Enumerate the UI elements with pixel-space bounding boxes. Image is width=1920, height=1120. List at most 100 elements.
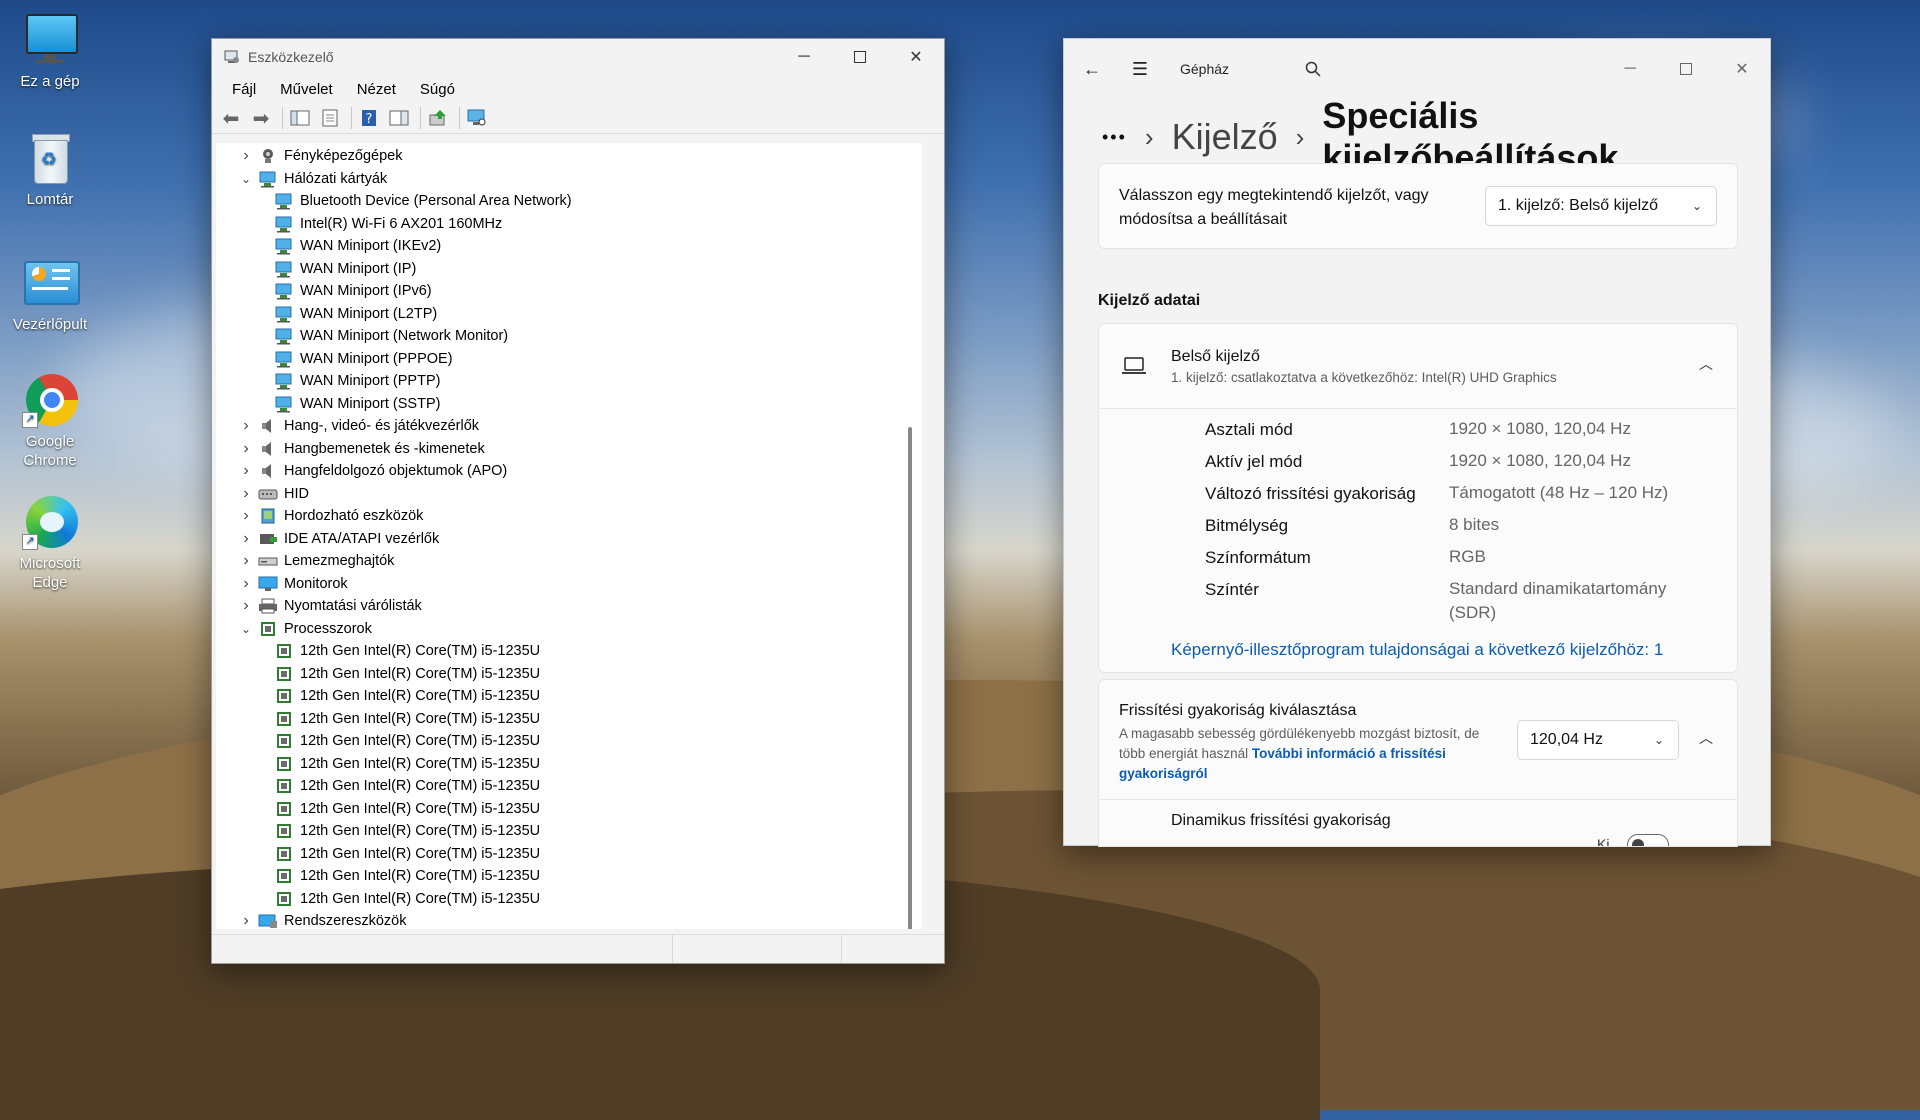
chevron-right-icon[interactable]: › bbox=[238, 597, 254, 615]
chevron-right-icon[interactable]: › bbox=[238, 552, 254, 570]
desktop-icon-edge[interactable]: ↗ Microsoft Edge bbox=[10, 494, 90, 592]
chevron-right-icon[interactable]: › bbox=[238, 417, 254, 435]
desktop-icon-recycle-bin[interactable]: ♻ Lomtár bbox=[10, 130, 90, 209]
tree-device[interactable]: 12th Gen Intel(R) Core(TM) i5-1235U bbox=[216, 663, 922, 686]
menu-action[interactable]: Művelet bbox=[268, 81, 345, 98]
search-button[interactable] bbox=[1295, 51, 1331, 87]
desktop-icon-label: Microsoft Edge bbox=[19, 555, 81, 591]
tree-category[interactable]: › Monitorok bbox=[216, 573, 922, 596]
desktop-icon-chrome[interactable]: ↗ Google Chrome bbox=[10, 372, 90, 470]
menu-file[interactable]: Fájl bbox=[220, 81, 268, 98]
help-button[interactable]: ? bbox=[356, 106, 382, 130]
tree-category[interactable]: › Fényképezőgépek bbox=[216, 145, 922, 168]
chevron-right-icon[interactable]: › bbox=[238, 507, 254, 525]
back-button[interactable]: ⬅ bbox=[218, 106, 244, 130]
tree-device[interactable]: 12th Gen Intel(R) Core(TM) i5-1235U bbox=[216, 640, 922, 663]
back-button[interactable]: ← bbox=[1074, 51, 1110, 87]
action-pane-button[interactable] bbox=[386, 106, 412, 130]
breadcrumb-overflow-button[interactable]: ••• bbox=[1102, 127, 1127, 148]
display-prop-key: Színformátum bbox=[1205, 548, 1311, 567]
properties-button[interactable] bbox=[317, 106, 343, 130]
menu-help[interactable]: Súgó bbox=[408, 81, 467, 98]
tree-item-label: Hangbemenetek és -kimenetek bbox=[284, 440, 485, 457]
display-adapter-properties-link[interactable]: Képernyő-illesztőprogram tulajdonságai a… bbox=[1171, 640, 1663, 660]
tree-device[interactable]: WAN Miniport (Network Monitor) bbox=[216, 325, 922, 348]
tree-category[interactable]: › IDE ATA/ATAPI vezérlők bbox=[216, 528, 922, 551]
refresh-rate-dropdown[interactable]: 120,04 Hz ⌄ bbox=[1517, 720, 1679, 760]
tree-category[interactable]: › Hordozható eszközök bbox=[216, 505, 922, 528]
tree-category[interactable]: › Hangfeldolgozó objektumok (APO) bbox=[216, 460, 922, 483]
processor-icon bbox=[274, 755, 294, 773]
settings-window[interactable]: ← ☰ Gépház ─ ✕ ••• › Kijelző › Speciális… bbox=[1063, 38, 1771, 847]
tree-device[interactable]: 12th Gen Intel(R) Core(TM) i5-1235U bbox=[216, 708, 922, 731]
toolbar-divider bbox=[420, 107, 421, 129]
tree-category[interactable]: › Rendszereszközök bbox=[216, 910, 922, 929]
tree-category[interactable]: › Lemezmeghajtók bbox=[216, 550, 922, 573]
tree-device[interactable]: WAN Miniport (IP) bbox=[216, 258, 922, 281]
display-select-dropdown[interactable]: 1. kijelző: Belső kijelző ⌄ bbox=[1485, 186, 1717, 226]
tree-item-label: 12th Gen Intel(R) Core(TM) i5-1235U bbox=[300, 845, 541, 862]
chevron-right-icon[interactable]: › bbox=[238, 575, 254, 593]
tree-device[interactable]: WAN Miniport (PPTP) bbox=[216, 370, 922, 393]
show-hide-console-tree-button[interactable] bbox=[287, 106, 313, 130]
tree-device[interactable]: 12th Gen Intel(R) Core(TM) i5-1235U bbox=[216, 753, 922, 776]
tree-device[interactable]: WAN Miniport (SSTP) bbox=[216, 393, 922, 416]
desktop-icon-this-pc[interactable]: Ez a gép bbox=[10, 12, 90, 91]
scan-hardware-button[interactable] bbox=[464, 106, 490, 130]
close-button[interactable]: ✕ bbox=[888, 39, 944, 75]
minimize-button[interactable]: ─ bbox=[1602, 51, 1658, 87]
tree-item-label: 12th Gen Intel(R) Core(TM) i5-1235U bbox=[300, 665, 541, 682]
tree-device[interactable]: 12th Gen Intel(R) Core(TM) i5-1235U bbox=[216, 843, 922, 866]
device-manager-window[interactable]: Eszközkezelő ─ ✕ Fájl Művelet Nézet Súgó… bbox=[211, 38, 945, 964]
tree-device[interactable]: 12th Gen Intel(R) Core(TM) i5-1235U bbox=[216, 820, 922, 843]
settings-titlebar[interactable]: ← ☰ Gépház ─ ✕ bbox=[1064, 39, 1770, 99]
chevron-right-icon[interactable]: › bbox=[238, 462, 254, 480]
chevron-down-icon[interactable]: ⌄ bbox=[238, 622, 254, 636]
device-tree[interactable]: › Fényképezőgépek ⌄ Hálózati kártyák Bluetoo… bbox=[216, 143, 922, 929]
vertical-scrollbar[interactable] bbox=[908, 427, 912, 929]
close-button[interactable]: ✕ bbox=[1714, 51, 1770, 87]
chevron-right-icon[interactable]: › bbox=[238, 530, 254, 548]
tree-category[interactable]: › Hang-, videó- és játékvezérlők bbox=[216, 415, 922, 438]
device-manager-titlebar[interactable]: Eszközkezelő ─ ✕ bbox=[212, 39, 944, 75]
tree-category[interactable]: › Hangbemenetek és -kimenetek bbox=[216, 438, 922, 461]
tree-category[interactable]: ⌄ Processzorok bbox=[216, 618, 922, 641]
printer-icon bbox=[258, 597, 278, 615]
tree-device[interactable]: WAN Miniport (IPv6) bbox=[216, 280, 922, 303]
tree-device[interactable]: 12th Gen Intel(R) Core(TM) i5-1235U bbox=[216, 730, 922, 753]
tree-category[interactable]: ⌄ Hálózati kártyák bbox=[216, 168, 922, 191]
tree-device[interactable]: Bluetooth Device (Personal Area Network) bbox=[216, 190, 922, 213]
tree-item-label: 12th Gen Intel(R) Core(TM) i5-1235U bbox=[300, 868, 541, 885]
tree-category[interactable]: › HID bbox=[216, 483, 922, 506]
display-details-header[interactable]: Belső kijelző 1. kijelző: csatlakoztatva… bbox=[1099, 324, 1737, 409]
chevron-right-icon[interactable]: › bbox=[238, 440, 254, 458]
menu-view[interactable]: Nézet bbox=[345, 81, 408, 98]
chevron-up-icon[interactable]: ︿ bbox=[1699, 354, 1713, 374]
tree-device[interactable]: 12th Gen Intel(R) Core(TM) i5-1235U bbox=[216, 888, 922, 911]
maximize-button[interactable] bbox=[1658, 51, 1714, 87]
chevron-up-icon[interactable]: ︿ bbox=[1699, 728, 1713, 748]
chevron-right-icon[interactable]: › bbox=[238, 485, 254, 503]
chevron-down-icon[interactable]: ⌄ bbox=[238, 172, 254, 186]
tree-device[interactable]: Intel(R) Wi-Fi 6 AX201 160MHz bbox=[216, 213, 922, 236]
chevron-right-icon[interactable]: › bbox=[238, 912, 254, 929]
tree-device[interactable]: WAN Miniport (IKEv2) bbox=[216, 235, 922, 258]
forward-button[interactable]: ➡ bbox=[248, 106, 274, 130]
device-manager-app-icon bbox=[224, 50, 240, 64]
tree-device[interactable]: 12th Gen Intel(R) Core(TM) i5-1235U bbox=[216, 798, 922, 821]
tree-device[interactable]: 12th Gen Intel(R) Core(TM) i5-1235U bbox=[216, 865, 922, 888]
tree-category[interactable]: › Nyomtatási várólisták bbox=[216, 595, 922, 618]
dynamic-refresh-toggle[interactable] bbox=[1627, 834, 1669, 846]
navigation-menu-button[interactable]: ☰ bbox=[1120, 51, 1160, 87]
desktop-icon-control-panel[interactable]: Vezérlőpult bbox=[10, 255, 90, 334]
update-driver-button[interactable] bbox=[425, 106, 451, 130]
tree-device[interactable]: WAN Miniport (PPPOE) bbox=[216, 348, 922, 371]
minimize-button[interactable]: ─ bbox=[776, 39, 832, 75]
tree-device[interactable]: 12th Gen Intel(R) Core(TM) i5-1235U bbox=[216, 775, 922, 798]
network-adapter-icon bbox=[274, 237, 294, 255]
tree-device[interactable]: WAN Miniport (L2TP) bbox=[216, 303, 922, 326]
maximize-button[interactable] bbox=[832, 39, 888, 75]
breadcrumb-parent-link[interactable]: Kijelző bbox=[1172, 116, 1278, 158]
tree-device[interactable]: 12th Gen Intel(R) Core(TM) i5-1235U bbox=[216, 685, 922, 708]
chevron-right-icon[interactable]: › bbox=[238, 147, 254, 165]
